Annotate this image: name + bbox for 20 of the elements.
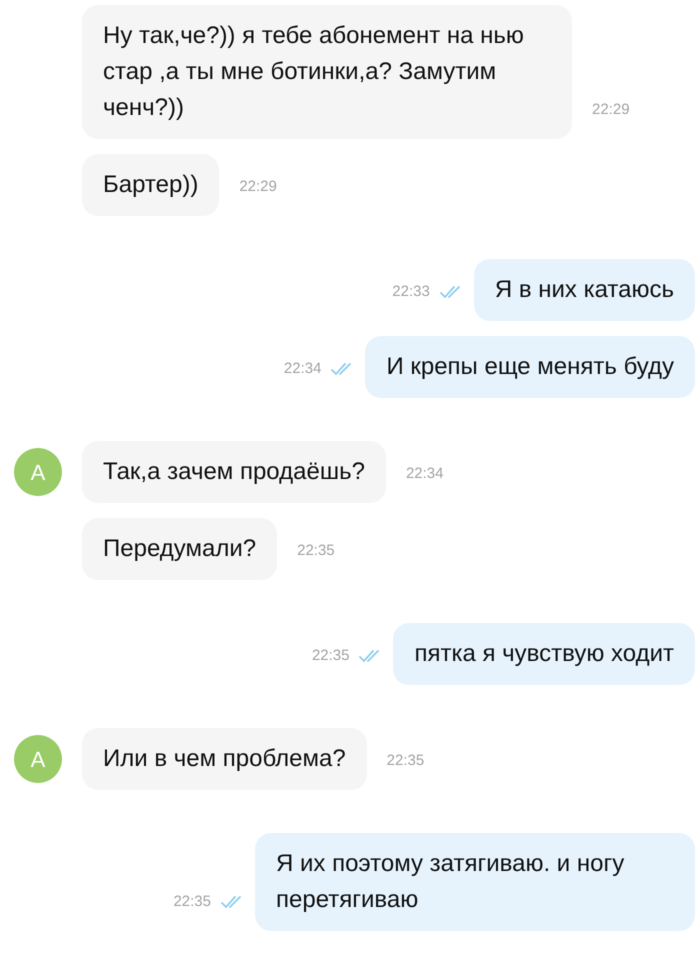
message-time: 22:35	[386, 750, 424, 770]
message-time: 22:29	[592, 100, 630, 120]
message-time: 22:33	[392, 282, 430, 302]
message-bubble: Передумали?	[82, 518, 278, 580]
message-bubble: Бартер))	[82, 154, 220, 216]
message-bubble: И крепы еще менять буду	[365, 336, 695, 398]
message-bubble: Я в них катаюсь	[474, 259, 695, 321]
message-bubble: Или в чем проблема?	[82, 728, 367, 790]
message-time: 22:35	[297, 540, 335, 560]
avatar[interactable]: А	[14, 735, 62, 783]
message-bubble: Так,а зачем продаёшь?	[82, 441, 386, 503]
avatar[interactable]: А	[14, 448, 62, 496]
message-time: 22:35	[312, 646, 350, 666]
message-time: 22:34	[284, 358, 322, 378]
message-bubble: пятка я чувствую ходит	[393, 623, 695, 685]
message-bubble: Я их поэтому затягиваю. и ногу перетягиваю	[255, 833, 695, 931]
message-time: 22:34	[406, 464, 444, 484]
message-time: 22:29	[239, 176, 277, 196]
message-time: 22:35	[173, 892, 211, 912]
message-bubble: Ну так,че?)) я тебе абонемент на нью стар ,а ты мне ботинки,а? Замутим ченч?))	[82, 5, 572, 139]
